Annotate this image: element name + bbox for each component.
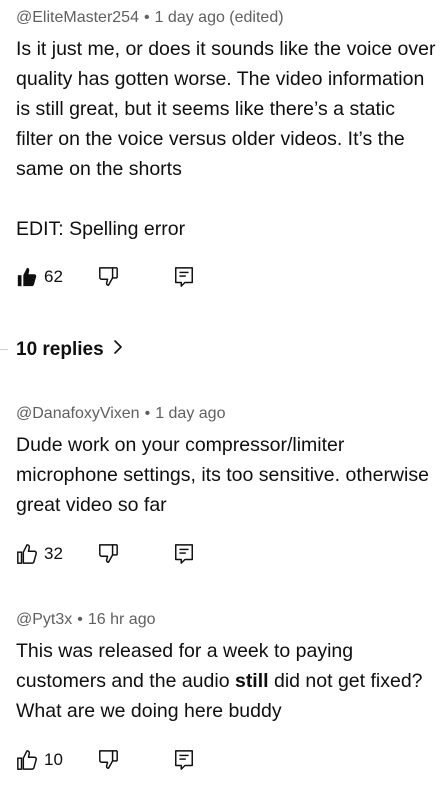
like-button[interactable]: 10 xyxy=(16,749,63,771)
comment-3: @Pyt3x • 16 hr ago This was released for a… xyxy=(16,610,436,726)
comment-author[interactable]: @EliteMaster254 xyxy=(16,9,139,26)
comment-paragraph: Dude work on your compressor/limiter mic… xyxy=(16,434,429,516)
comment-author[interactable]: @DanafoxyVixen xyxy=(16,405,140,422)
comment-text: This was released for a week to paying c… xyxy=(16,636,436,726)
meta-separator: • xyxy=(143,9,150,26)
replies-label: 10 replies xyxy=(16,339,104,360)
comment-text: Is it just me, or does it sounds like th… xyxy=(16,34,436,244)
comment-actions: 10 xyxy=(0,747,195,773)
comment-meta: @EliteMaster254 • 1 day ago (edited) xyxy=(16,8,436,28)
comment-time: 1 day ago (edited) xyxy=(154,9,284,26)
reply-button[interactable] xyxy=(173,266,195,288)
chevron-right-icon xyxy=(112,338,124,362)
like-button[interactable]: 32 xyxy=(16,543,63,565)
thumbs-down-icon xyxy=(97,543,119,565)
comment-time: 16 hr ago xyxy=(87,611,156,628)
comment-text: Dude work on your compressor/limiter mic… xyxy=(16,430,436,520)
comment-time: 1 day ago xyxy=(155,405,226,422)
thumbs-up-icon xyxy=(16,749,38,771)
comment-actions: 62 xyxy=(0,264,195,290)
reply-icon xyxy=(173,266,195,288)
like-count: 32 xyxy=(44,544,63,563)
dislike-button[interactable] xyxy=(97,266,119,288)
reply-button[interactable] xyxy=(173,543,195,565)
thumbs-down-icon xyxy=(97,749,119,771)
meta-separator: • xyxy=(144,405,151,422)
comment-paragraph: EDIT: Spelling error xyxy=(16,218,186,240)
thumbs-down-icon xyxy=(97,266,119,288)
comment-2: @DanafoxyVixen • 1 day ago Dude work on yo… xyxy=(16,404,436,520)
comment-1: @EliteMaster254 • 1 day ago (edited) Is it… xyxy=(16,8,436,244)
thumbs-up-icon xyxy=(16,266,38,288)
reply-icon xyxy=(173,749,195,771)
meta-separator: • xyxy=(77,611,83,628)
thumbs-up-icon xyxy=(16,543,38,565)
reply-button[interactable] xyxy=(173,749,195,771)
comment-meta: @Pyt3x • 16 hr ago xyxy=(16,610,436,630)
comment-text-bold: still xyxy=(234,670,269,692)
comment-meta: @DanafoxyVixen • 1 day ago xyxy=(16,404,436,424)
like-button[interactable]: 62 xyxy=(16,266,63,288)
dislike-button[interactable] xyxy=(97,543,119,565)
dislike-button[interactable] xyxy=(97,749,119,771)
comment-paragraph: Is it just me, or does it sounds like th… xyxy=(16,38,436,180)
comment-actions: 32 xyxy=(0,541,195,567)
like-count: 62 xyxy=(44,267,63,286)
comment-author[interactable]: @Pyt3x xyxy=(16,611,72,628)
like-count: 10 xyxy=(44,750,63,769)
reply-icon xyxy=(173,543,195,565)
thread-line xyxy=(0,349,8,350)
view-replies-button[interactable]: 10 replies xyxy=(16,338,124,362)
